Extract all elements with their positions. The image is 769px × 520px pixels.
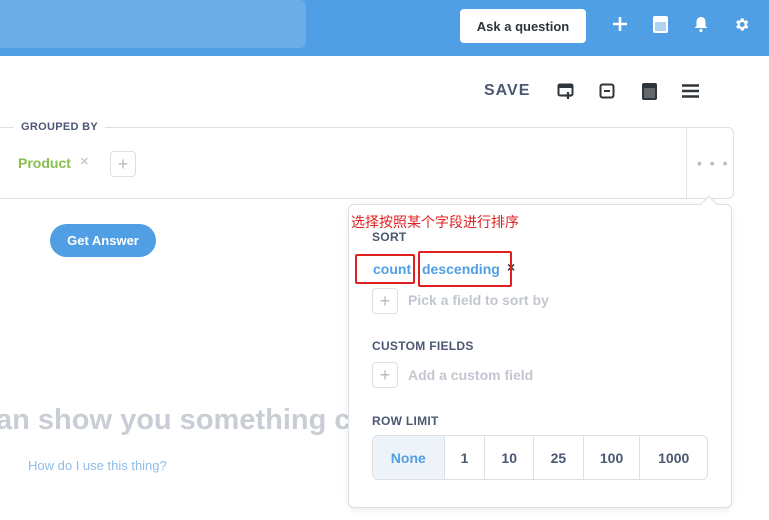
annotation-box-count bbox=[355, 254, 415, 284]
remove-group-close-icon[interactable]: × bbox=[80, 153, 89, 170]
add-custom-field-button[interactable]: + bbox=[372, 362, 398, 388]
menu-icon[interactable] bbox=[680, 81, 700, 101]
add-group-button[interactable]: + bbox=[110, 151, 136, 177]
group-field-product[interactable]: Product bbox=[18, 155, 71, 171]
search-bar[interactable] bbox=[0, 0, 306, 48]
row-limit-selector: None 1 10 25 100 1000 bbox=[372, 435, 708, 480]
sharing-icon[interactable] bbox=[597, 81, 617, 101]
save-button[interactable]: SAVE bbox=[484, 82, 530, 100]
top-nav-bar: Ask a question bbox=[0, 0, 769, 56]
annotation-box-descending bbox=[418, 251, 512, 287]
row-limit-label: ROW LIMIT bbox=[372, 414, 439, 428]
bell-icon[interactable] bbox=[690, 12, 712, 36]
row-limit-option-1000[interactable]: 1000 bbox=[640, 436, 707, 479]
plus-icon[interactable] bbox=[609, 12, 631, 36]
pick-sort-field[interactable]: Pick a field to sort by bbox=[408, 292, 549, 308]
ask-question-button[interactable]: Ask a question bbox=[460, 9, 586, 43]
row-limit-option-10[interactable]: 10 bbox=[485, 436, 535, 479]
row-limit-option-25[interactable]: 25 bbox=[534, 436, 584, 479]
annotation-text: 选择按照某个字段进行排序 bbox=[351, 215, 519, 231]
more-options-icon[interactable]: • • • bbox=[697, 155, 729, 171]
help-link[interactable]: How do I use this thing? bbox=[28, 458, 167, 473]
gear-icon[interactable] bbox=[730, 12, 752, 36]
add-sort-button[interactable]: + bbox=[372, 288, 398, 314]
add-to-dashboard-icon[interactable] bbox=[555, 81, 575, 101]
notebook-icon[interactable] bbox=[649, 12, 671, 36]
grouped-by-label: GROUPED BY bbox=[14, 121, 105, 133]
empty-state-heading: an show you something c bbox=[0, 404, 351, 436]
get-answer-button[interactable]: Get Answer bbox=[50, 224, 156, 257]
custom-fields-label: CUSTOM FIELDS bbox=[372, 339, 474, 353]
divider bbox=[686, 128, 687, 198]
add-custom-field-link[interactable]: Add a custom field bbox=[408, 367, 533, 383]
row-limit-option-none[interactable]: None bbox=[373, 436, 445, 479]
row-limit-option-1[interactable]: 1 bbox=[445, 436, 486, 479]
notebook-icon[interactable] bbox=[639, 81, 659, 101]
row-limit-option-100[interactable]: 100 bbox=[584, 436, 641, 479]
sort-label: SORT bbox=[372, 230, 407, 244]
